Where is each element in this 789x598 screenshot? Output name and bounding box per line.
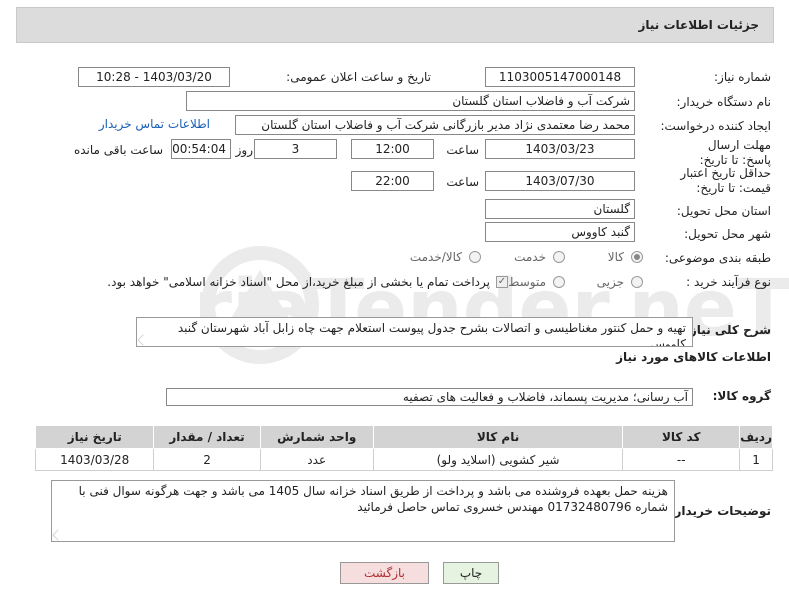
buyer-notes-label: توضیحات خریدار: (669, 504, 771, 518)
announce-datetime-field[interactable]: 1403/03/20 - 10:28 (78, 67, 230, 87)
description-textarea[interactable]: تهیه و حمل کنتور مغناطیسی و اتصالات بشرح… (136, 317, 693, 347)
page-header: جزئیات اطلاعات نیاز (16, 7, 774, 43)
city-field[interactable]: گنبد کاووس (485, 222, 635, 242)
description-text: تهیه و حمل کنتور مغناطیسی و اتصالات بشرح… (177, 321, 686, 347)
treasury-checkbox[interactable]: ✓ (496, 276, 508, 288)
reply-time-label: ساعت (446, 143, 479, 157)
buyer-contact-link[interactable]: اطلاعات تماس خریدار (99, 117, 210, 131)
table-row[interactable]: 1 -- شیر کشویی (اسلاید ولو) عدد 2 1403/0… (34, 448, 773, 471)
cell-unit: عدد (259, 448, 374, 471)
category-radio-goods-service[interactable] (469, 251, 481, 263)
remaining-time-field[interactable]: 00:54:04 (171, 139, 231, 159)
process-option-minor: جزیی (596, 275, 624, 289)
treasury-note: پرداخت تمام یا بخشی از مبلغ خرید،از محل … (107, 275, 490, 289)
cell-row-number: 1 (739, 448, 773, 471)
need-number-label: شماره نیاز: (714, 70, 771, 84)
col-header-quantity: تعداد / مقدار (153, 425, 261, 449)
reply-time-field[interactable]: 12:00 (351, 139, 434, 159)
announce-datetime-label: تاریخ و ساعت اعلان عمومی: (286, 70, 431, 84)
validity-date-field[interactable]: 1403/07/30 (485, 171, 635, 191)
creator-field[interactable]: محمد رضا معتمدی نژاد مدیر بازرگانی شرکت … (235, 115, 635, 135)
col-header-item-name: نام کالا (372, 425, 624, 449)
resize-handle-icon[interactable] (52, 529, 64, 541)
need-number-field[interactable]: 1103005147000148 (485, 67, 635, 87)
province-field[interactable]: گلستان (485, 199, 635, 219)
province-label: استان محل تحویل: (676, 204, 771, 218)
buyer-notes-text: هزینه حمل بعهده فروشنده می باشد و پرداخت… (78, 484, 668, 514)
category-option-goods-service: کالا/خدمت (409, 250, 462, 264)
reply-date-field[interactable]: 1403/03/23 (485, 139, 635, 159)
goods-section-title: اطلاعات کالاهای مورد نیاز (616, 350, 771, 364)
price-validity-label: حداقل تاریخ اعتبار قیمت: تا تاریخ: (680, 166, 771, 195)
col-header-need-date: تاریخ نیاز (34, 425, 155, 449)
days-field[interactable]: 3 (254, 139, 337, 159)
validity-time-field[interactable]: 22:00 (351, 171, 434, 191)
goods-group-label: گروه کالا: (712, 389, 771, 403)
process-radio-medium[interactable] (553, 276, 565, 288)
cell-need-date: 1403/03/28 (34, 448, 155, 471)
buyer-org-field[interactable]: شرکت آب و فاضلاب استان گلستان (186, 91, 635, 111)
category-radio-goods[interactable] (631, 251, 643, 263)
goods-table: ردیف کد کالا نام کالا واحد شمارش تعداد /… (34, 425, 773, 471)
description-label: شرح کلی نیاز: (685, 323, 771, 337)
category-option-service: خدمت (514, 250, 546, 264)
category-option-goods: کالا (607, 250, 624, 264)
cell-item-name: شیر کشویی (اسلاید ولو) (372, 448, 624, 471)
validity-time-label: ساعت (446, 175, 479, 189)
buyer-notes-textarea[interactable]: هزینه حمل بعهده فروشنده می باشد و پرداخت… (51, 480, 675, 542)
creator-label: ایجاد کننده درخواست: (660, 119, 771, 133)
process-option-medium: متوسط (508, 275, 546, 289)
category-radio-service[interactable] (553, 251, 565, 263)
process-label: نوع فرآیند خرید : (686, 275, 771, 289)
process-radio-minor[interactable] (631, 276, 643, 288)
reply-deadline-label: مهلت ارسال پاسخ: تا تاریخ: (699, 138, 771, 167)
page-title: جزئیات اطلاعات نیاز (638, 18, 759, 32)
city-label: شهر محل تحویل: (684, 227, 771, 241)
remaining-time-label: ساعت باقی مانده (73, 143, 163, 157)
resize-handle-icon[interactable] (137, 334, 149, 346)
col-header-unit: واحد شمارش (259, 425, 374, 449)
cell-quantity: 2 (153, 448, 261, 471)
table-header-row: ردیف کد کالا نام کالا واحد شمارش تعداد /… (34, 425, 773, 449)
category-label: طبقه بندی موضوعی: (664, 251, 771, 265)
buyer-org-label: نام دستگاه خریدار: (676, 95, 772, 109)
col-header-row-number: ردیف (739, 425, 773, 449)
cell-item-code: -- (622, 448, 741, 471)
col-header-item-code: کد کالا (622, 425, 741, 449)
back-button[interactable]: بازگشت (340, 562, 429, 584)
print-button[interactable]: چاپ (443, 562, 499, 584)
goods-group-field[interactable]: آب رسانی؛ مدیریت پسماند، فاضلاب و فعالیت… (166, 388, 693, 406)
